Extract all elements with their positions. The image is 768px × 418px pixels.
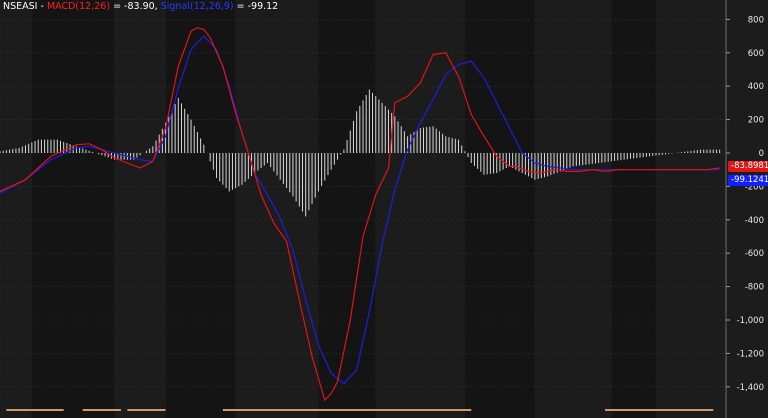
- y-tick-label: -1,400: [737, 383, 764, 393]
- y-tick-label: -800: [745, 283, 764, 293]
- signal-legend-label: Signal(12,26,9): [160, 1, 234, 12]
- bottom-marker: [6, 409, 64, 411]
- y-tick-label: -1,000: [737, 316, 764, 326]
- background-band: [31, 0, 115, 418]
- y-tick-label: 800: [748, 15, 764, 25]
- bottom-marker: [127, 409, 166, 411]
- background-band: [318, 0, 376, 418]
- y-tick-label: 400: [748, 82, 764, 92]
- bottom-marker: [222, 409, 472, 411]
- bottom-marker: [605, 409, 714, 411]
- background-band: [464, 0, 535, 418]
- signal-value-tag: -99.1241: [728, 174, 768, 186]
- y-tick-label: -1,200: [737, 349, 764, 359]
- symbol-label: NSEASI -: [3, 1, 44, 12]
- bottom-marker: [82, 409, 121, 411]
- background-band: [114, 0, 166, 418]
- background-band: [0, 0, 32, 418]
- y-tick-label: -400: [745, 216, 764, 226]
- y-tick-label: -600: [745, 249, 764, 259]
- background-band: [655, 0, 726, 418]
- chart-header: NSEASI - MACD(12,26) = -83.90, Signal(12…: [3, 1, 278, 13]
- macd-chart: 8006004002000-200-400-600-800-1,000-1,20…: [0, 0, 768, 418]
- y-tick-label: 200: [748, 116, 764, 126]
- background-band: [165, 0, 236, 418]
- macd-legend-label: MACD(12,26): [46, 1, 111, 12]
- background-band: [611, 0, 656, 418]
- background-bands: [0, 0, 768, 418]
- y-tick-label: 600: [748, 49, 764, 59]
- y-tick-label: 0: [759, 149, 764, 159]
- macd-value-tag: -83.8981: [728, 161, 768, 172]
- background-band: [534, 0, 612, 418]
- bottom-markers: [6, 409, 714, 411]
- signal-legend-value: = -99.12: [233, 1, 279, 12]
- macd-legend-value: = -83.90,: [110, 1, 158, 12]
